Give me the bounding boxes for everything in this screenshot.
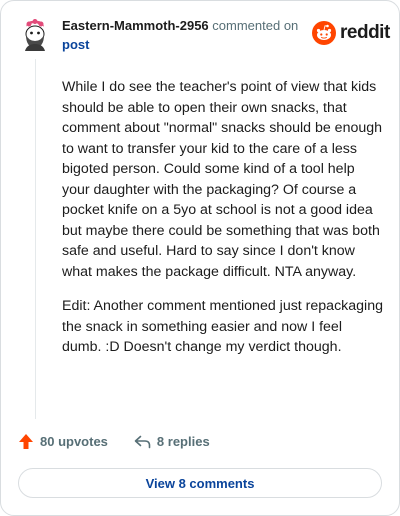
upvote-arrow-icon	[19, 434, 33, 449]
username-link[interactable]: Eastern-Mammoth-2956	[62, 18, 209, 33]
comment-header: Eastern-Mammoth-2956 commented on post	[62, 17, 312, 53]
reply-icon	[134, 435, 151, 448]
comment-paragraph-1: While I do see the teacher's point of vi…	[62, 79, 383, 280]
comment-body: While I do see the teacher's point of vi…	[62, 77, 385, 372]
upvote-button[interactable]: 80 upvotes	[18, 433, 108, 450]
avatar-icon[interactable]	[17, 15, 53, 51]
commented-on-label: commented on	[212, 18, 299, 33]
upvote-count: 80 upvotes	[40, 434, 108, 449]
replies-button[interactable]: 8 replies	[134, 434, 210, 449]
post-link[interactable]: post	[62, 36, 89, 53]
thread-line[interactable]	[35, 59, 36, 419]
comment-actions: 80 upvotes 8 replies	[18, 433, 210, 450]
view-comments-button[interactable]: View 8 comments	[18, 468, 382, 498]
replies-count: 8 replies	[156, 434, 210, 449]
reddit-logo-icon	[312, 21, 336, 45]
reddit-wordmark: reddit	[340, 22, 390, 43]
comment-paragraph-2: Edit: Another comment mentioned just rep…	[62, 298, 383, 355]
reddit-logo[interactable]: reddit	[312, 21, 390, 45]
comment-card: Eastern-Mammoth-2956 commented on post r…	[0, 0, 400, 516]
